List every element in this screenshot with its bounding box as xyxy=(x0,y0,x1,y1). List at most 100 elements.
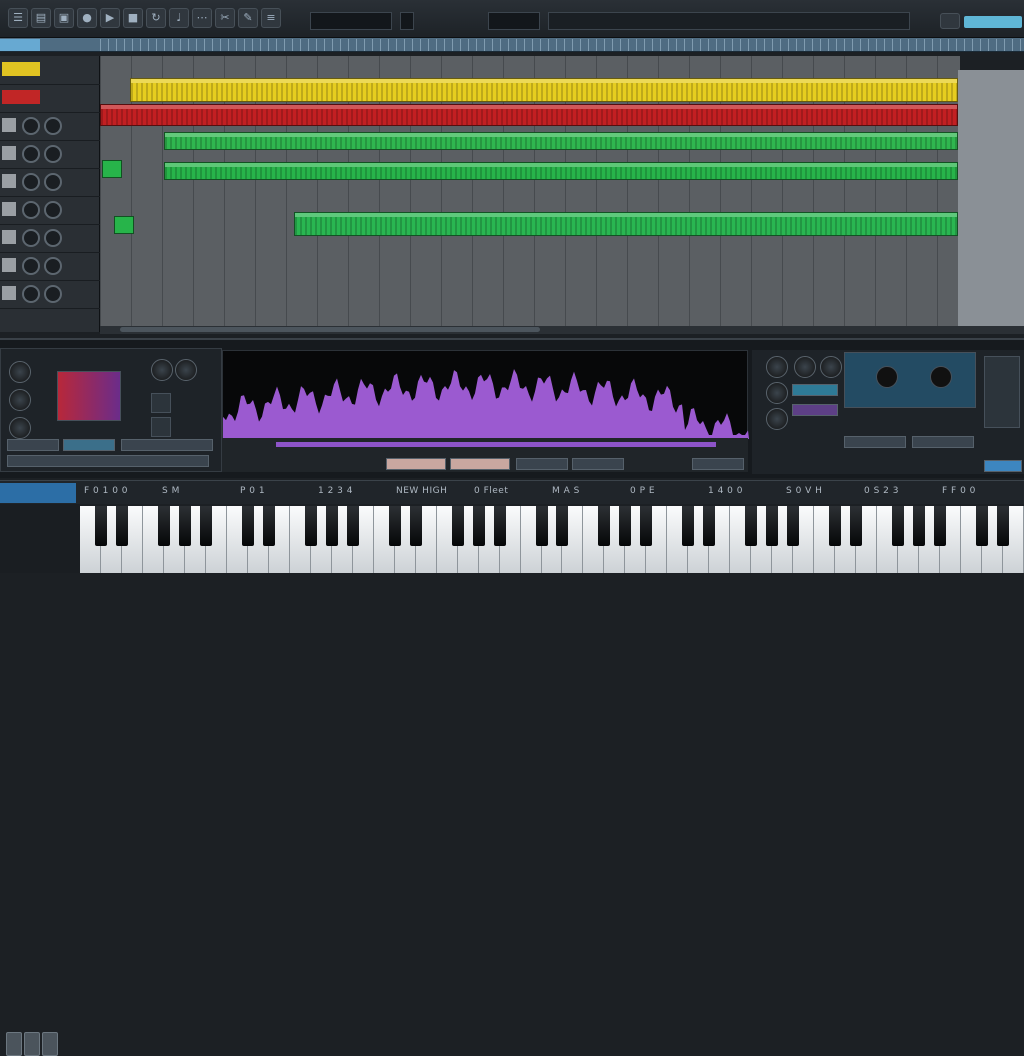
black-key[interactable] xyxy=(199,506,212,546)
solo-knob-icon[interactable] xyxy=(44,257,62,275)
black-key[interactable] xyxy=(997,506,1010,546)
waveform-display[interactable] xyxy=(222,350,749,439)
black-key[interactable] xyxy=(535,506,548,546)
mute-knob-icon[interactable] xyxy=(22,229,40,247)
preset-prev-button[interactable] xyxy=(7,439,59,451)
stop-icon[interactable]: ■ xyxy=(123,8,143,28)
audio-clip[interactable] xyxy=(164,132,958,150)
black-key[interactable] xyxy=(598,506,611,546)
piano-keyboard[interactable] xyxy=(80,506,1024,573)
lfo-rate-slider[interactable] xyxy=(7,455,209,467)
track-header[interactable] xyxy=(0,196,100,225)
solo-knob-icon[interactable] xyxy=(44,285,62,303)
metronome-icon[interactable]: ♩ xyxy=(169,8,189,28)
keyboard-mode-display[interactable] xyxy=(0,483,76,503)
track-header[interactable] xyxy=(0,168,100,197)
sync-button[interactable] xyxy=(151,417,171,437)
black-key[interactable] xyxy=(178,506,191,546)
black-key[interactable] xyxy=(472,506,485,546)
master-volume-meter[interactable] xyxy=(964,16,1022,28)
mute-knob-icon[interactable] xyxy=(22,145,40,163)
black-key[interactable] xyxy=(913,506,926,546)
black-key[interactable] xyxy=(94,506,107,546)
black-key[interactable] xyxy=(619,506,632,546)
cutoff-knob[interactable] xyxy=(9,361,31,383)
step-button-e[interactable] xyxy=(692,458,744,470)
track-header[interactable] xyxy=(0,252,100,281)
drive-knob[interactable] xyxy=(151,359,173,381)
mute-knob-icon[interactable] xyxy=(22,117,40,135)
glide-knob[interactable] xyxy=(766,408,788,430)
black-key[interactable] xyxy=(934,506,947,546)
preset-next-button[interactable] xyxy=(63,439,115,451)
black-key[interactable] xyxy=(493,506,506,546)
track-header[interactable] xyxy=(0,140,100,169)
transport-toggle[interactable] xyxy=(400,12,414,30)
osc-select[interactable] xyxy=(792,384,838,396)
track-header[interactable] xyxy=(0,280,100,309)
solo-knob-icon[interactable] xyxy=(44,201,62,219)
mute-knob-icon[interactable] xyxy=(22,285,40,303)
horizontal-scrollbar[interactable] xyxy=(100,326,1024,334)
mute-knob-icon[interactable] xyxy=(22,173,40,191)
black-key[interactable] xyxy=(640,506,653,546)
black-key[interactable] xyxy=(157,506,170,546)
black-key[interactable] xyxy=(682,506,695,546)
track-header[interactable] xyxy=(0,112,100,141)
env-amount-knob[interactable] xyxy=(766,356,788,378)
track-marker-clip[interactable] xyxy=(102,160,122,178)
cut-icon[interactable]: ✂ xyxy=(215,8,235,28)
fx-knob-2[interactable] xyxy=(930,366,952,388)
black-key[interactable] xyxy=(451,506,464,546)
record-icon[interactable]: ● xyxy=(77,8,97,28)
decay-knob[interactable] xyxy=(794,356,816,378)
black-key[interactable] xyxy=(556,506,569,546)
mod-wheel[interactable] xyxy=(24,1032,40,1056)
solo-knob-icon[interactable] xyxy=(44,117,62,135)
attack-knob[interactable] xyxy=(9,417,31,439)
waveform-select[interactable] xyxy=(792,404,838,416)
pitch-wheel[interactable] xyxy=(6,1032,22,1056)
play-icon[interactable]: ▶ xyxy=(100,8,120,28)
solo-knob-icon[interactable] xyxy=(44,229,62,247)
preset-name-field[interactable] xyxy=(121,439,213,451)
step-button-c[interactable] xyxy=(516,458,568,470)
step-button-a[interactable] xyxy=(386,458,446,470)
black-key[interactable] xyxy=(787,506,800,546)
audio-clip[interactable] xyxy=(130,78,958,102)
black-key[interactable] xyxy=(115,506,128,546)
mixer-icon[interactable]: ≡ xyxy=(261,8,281,28)
mode-button[interactable] xyxy=(151,393,171,413)
track-header[interactable] xyxy=(0,224,100,253)
track-header[interactable] xyxy=(0,56,100,85)
snap-icon[interactable]: ⋯ xyxy=(192,8,212,28)
loop-icon[interactable]: ↻ xyxy=(146,8,166,28)
black-key[interactable] xyxy=(346,506,359,546)
black-key[interactable] xyxy=(703,506,716,546)
audio-clip[interactable] xyxy=(100,104,958,126)
mute-knob-icon[interactable] xyxy=(22,257,40,275)
black-key[interactable] xyxy=(976,506,989,546)
mix-knob[interactable] xyxy=(175,359,197,381)
black-key[interactable] xyxy=(850,506,863,546)
solo-knob-icon[interactable] xyxy=(44,145,62,163)
output-level[interactable] xyxy=(984,460,1022,472)
unison-button[interactable] xyxy=(912,436,974,448)
black-key[interactable] xyxy=(304,506,317,546)
black-key[interactable] xyxy=(325,506,338,546)
audio-clip[interactable] xyxy=(164,162,958,180)
mute-knob-icon[interactable] xyxy=(22,201,40,219)
resonance-knob[interactable] xyxy=(9,389,31,411)
black-key[interactable] xyxy=(829,506,842,546)
step-button-b[interactable] xyxy=(450,458,510,470)
release-knob[interactable] xyxy=(766,382,788,404)
black-key[interactable] xyxy=(388,506,401,546)
octave-button[interactable] xyxy=(42,1032,58,1056)
automation-lane[interactable] xyxy=(222,438,748,472)
black-key[interactable] xyxy=(766,506,779,546)
step-button-d[interactable] xyxy=(572,458,624,470)
folder-icon[interactable]: ▤ xyxy=(31,8,51,28)
black-key[interactable] xyxy=(241,506,254,546)
tempo-field[interactable] xyxy=(488,12,540,30)
black-key[interactable] xyxy=(262,506,275,546)
